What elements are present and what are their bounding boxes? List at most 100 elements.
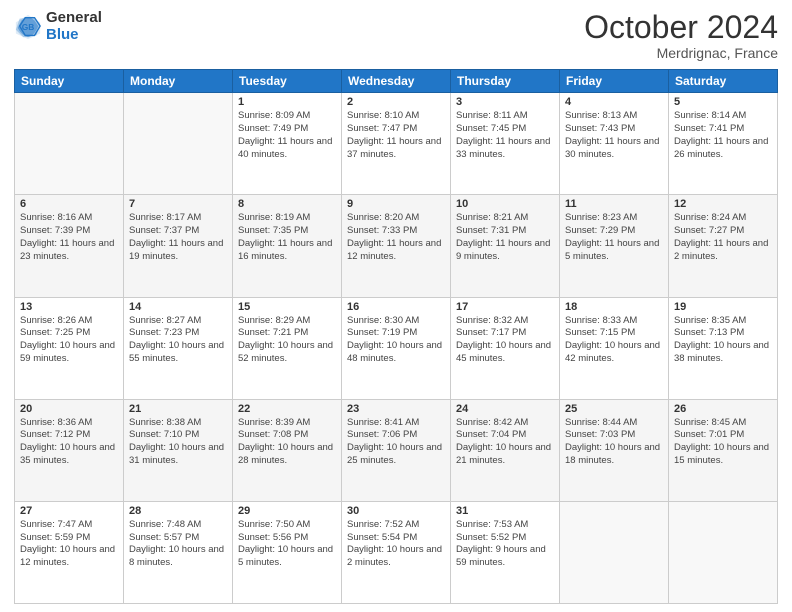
day-number: 13 [20,301,118,313]
day-info: Sunrise: 8:20 AMSunset: 7:33 PMDaylight:… [347,212,445,263]
day-info: Sunrise: 8:13 AMSunset: 7:43 PMDaylight:… [565,110,663,161]
calendar-cell-1-1 [15,93,124,195]
calendar-cell-3-2: 14Sunrise: 8:27 AMSunset: 7:23 PMDayligh… [124,297,233,399]
calendar-cell-3-5: 17 Sunrise: 8:32 AMSunset: 7:17 PMDayligh… [451,297,560,399]
day-info: Sunrise: 8:09 AMSunset: 7:49 PMDaylight:… [238,110,336,161]
calendar-week-5: 27 Sunrise: 7:47 AMSunset: 5:59 PMDayligh… [15,501,778,603]
day-number: 24 [456,403,554,415]
calendar-cell-3-4: 16Sunrise: 8:30 AMSunset: 7:19 PMDayligh… [342,297,451,399]
day-info: Sunrise: 8:21 AMSunset: 7:31 PMDaylight:… [456,212,554,263]
calendar-week-2: 6 Sunrise: 8:16 AMSunset: 7:39 PMDaylight… [15,195,778,297]
day-number: 29 [238,505,336,517]
logo: GB General Blue [14,10,102,43]
calendar-cell-3-3: 15Sunrise: 8:29 AMSunset: 7:21 PMDayligh… [233,297,342,399]
calendar-cell-5-3: 29 Sunrise: 7:50 AMSunset: 5:56 PMDayligh… [233,501,342,603]
svg-text:GB: GB [22,21,35,31]
calendar-cell-3-6: 18Sunrise: 8:33 AMSunset: 7:15 PMDayligh… [560,297,669,399]
calendar-cell-2-6: 11Sunrise: 8:23 AMSunset: 7:29 PMDayligh… [560,195,669,297]
calendar-cell-5-2: 28 Sunrise: 7:48 AMSunset: 5:57 PMDayligh… [124,501,233,603]
logo-general-text: General [46,10,102,27]
calendar-cell-2-2: 7 Sunrise: 8:17 AMSunset: 7:37 PMDaylight… [124,195,233,297]
calendar-cell-5-7 [669,501,778,603]
calendar-week-1: 1Sunrise: 8:09 AMSunset: 7:49 PMDaylight… [15,93,778,195]
day-number: 22 [238,403,336,415]
day-info: Sunrise: 8:11 AMSunset: 7:45 PMDaylight:… [456,110,554,161]
day-number: 25 [565,403,663,415]
calendar-cell-2-5: 10 Sunrise: 8:21 AMSunset: 7:31 PMDayligh… [451,195,560,297]
location: Merdrignac, France [584,45,778,61]
day-number: 6 [20,198,118,210]
day-info: Sunrise: 8:38 AMSunset: 7:10 PMDaylight:… [129,417,227,468]
calendar-cell-3-7: 19 Sunrise: 8:35 AMSunset: 7:13 PMDayligh… [669,297,778,399]
day-number: 5 [674,96,772,108]
calendar-table: Sunday Monday Tuesday Wednesday Thursday… [14,69,778,604]
day-number: 10 [456,198,554,210]
col-thursday: Thursday [451,70,560,93]
day-info: Sunrise: 8:19 AMSunset: 7:35 PMDaylight:… [238,212,336,263]
day-info: Sunrise: 7:48 AMSunset: 5:57 PMDaylight:… [129,519,227,570]
calendar-cell-1-7: 5Sunrise: 8:14 AMSunset: 7:41 PMDaylight… [669,93,778,195]
day-info: Sunrise: 8:41 AMSunset: 7:06 PMDaylight:… [347,417,445,468]
day-number: 9 [347,198,445,210]
calendar-cell-5-5: 31Sunrise: 7:53 AMSunset: 5:52 PMDayligh… [451,501,560,603]
day-number: 20 [20,403,118,415]
calendar-cell-5-6 [560,501,669,603]
day-number: 3 [456,96,554,108]
day-number: 17 [456,301,554,313]
day-info: Sunrise: 8:16 AMSunset: 7:39 PMDaylight:… [20,212,118,263]
month-title: October 2024 [584,10,778,45]
day-info: Sunrise: 8:35 AMSunset: 7:13 PMDaylight:… [674,315,772,366]
day-number: 16 [347,301,445,313]
day-number: 12 [674,198,772,210]
day-number: 15 [238,301,336,313]
day-number: 21 [129,403,227,415]
calendar-cell-4-6: 25 Sunrise: 8:44 AMSunset: 7:03 PMDayligh… [560,399,669,501]
day-number: 4 [565,96,663,108]
day-info: Sunrise: 8:24 AMSunset: 7:27 PMDaylight:… [674,212,772,263]
calendar-cell-1-5: 3 Sunrise: 8:11 AMSunset: 7:45 PMDaylight… [451,93,560,195]
day-info: Sunrise: 7:53 AMSunset: 5:52 PMDaylight:… [456,519,554,570]
day-number: 26 [674,403,772,415]
calendar-week-4: 20 Sunrise: 8:36 AMSunset: 7:12 PMDayligh… [15,399,778,501]
day-number: 7 [129,198,227,210]
col-sunday: Sunday [15,70,124,93]
calendar-cell-1-2 [124,93,233,195]
calendar-cell-1-3: 1Sunrise: 8:09 AMSunset: 7:49 PMDaylight… [233,93,342,195]
day-number: 30 [347,505,445,517]
day-info: Sunrise: 8:32 AMSunset: 7:17 PMDaylight:… [456,315,554,366]
day-info: Sunrise: 8:36 AMSunset: 7:12 PMDaylight:… [20,417,118,468]
calendar-cell-2-4: 9 Sunrise: 8:20 AMSunset: 7:33 PMDaylight… [342,195,451,297]
header: GB General Blue October 2024 Merdrignac,… [14,10,778,61]
calendar-cell-4-4: 23Sunrise: 8:41 AMSunset: 7:06 PMDayligh… [342,399,451,501]
col-monday: Monday [124,70,233,93]
calendar-cell-5-1: 27 Sunrise: 7:47 AMSunset: 5:59 PMDayligh… [15,501,124,603]
day-info: Sunrise: 7:47 AMSunset: 5:59 PMDaylight:… [20,519,118,570]
calendar-cell-1-4: 2Sunrise: 8:10 AMSunset: 7:47 PMDaylight… [342,93,451,195]
title-block: October 2024 Merdrignac, France [584,10,778,61]
day-info: Sunrise: 8:33 AMSunset: 7:15 PMDaylight:… [565,315,663,366]
day-info: Sunrise: 8:26 AMSunset: 7:25 PMDaylight:… [20,315,118,366]
day-info: Sunrise: 8:17 AMSunset: 7:37 PMDaylight:… [129,212,227,263]
logo-icon: GB [14,13,42,41]
col-tuesday: Tuesday [233,70,342,93]
day-number: 28 [129,505,227,517]
calendar-cell-5-4: 30Sunrise: 7:52 AMSunset: 5:54 PMDayligh… [342,501,451,603]
calendar-cell-2-7: 12 Sunrise: 8:24 AMSunset: 7:27 PMDayligh… [669,195,778,297]
day-number: 8 [238,198,336,210]
calendar-cell-4-3: 22Sunrise: 8:39 AMSunset: 7:08 PMDayligh… [233,399,342,501]
day-number: 14 [129,301,227,313]
day-info: Sunrise: 8:42 AMSunset: 7:04 PMDaylight:… [456,417,554,468]
page: GB General Blue October 2024 Merdrignac,… [0,0,792,612]
day-info: Sunrise: 7:50 AMSunset: 5:56 PMDaylight:… [238,519,336,570]
calendar-cell-4-2: 21 Sunrise: 8:38 AMSunset: 7:10 PMDayligh… [124,399,233,501]
calendar-cell-2-1: 6 Sunrise: 8:16 AMSunset: 7:39 PMDaylight… [15,195,124,297]
col-friday: Friday [560,70,669,93]
day-info: Sunrise: 8:10 AMSunset: 7:47 PMDaylight:… [347,110,445,161]
day-number: 27 [20,505,118,517]
calendar-header-row: Sunday Monday Tuesday Wednesday Thursday… [15,70,778,93]
day-number: 19 [674,301,772,313]
calendar-cell-4-7: 26Sunrise: 8:45 AMSunset: 7:01 PMDayligh… [669,399,778,501]
day-info: Sunrise: 8:44 AMSunset: 7:03 PMDaylight:… [565,417,663,468]
col-saturday: Saturday [669,70,778,93]
calendar-week-3: 13 Sunrise: 8:26 AMSunset: 7:25 PMDayligh… [15,297,778,399]
